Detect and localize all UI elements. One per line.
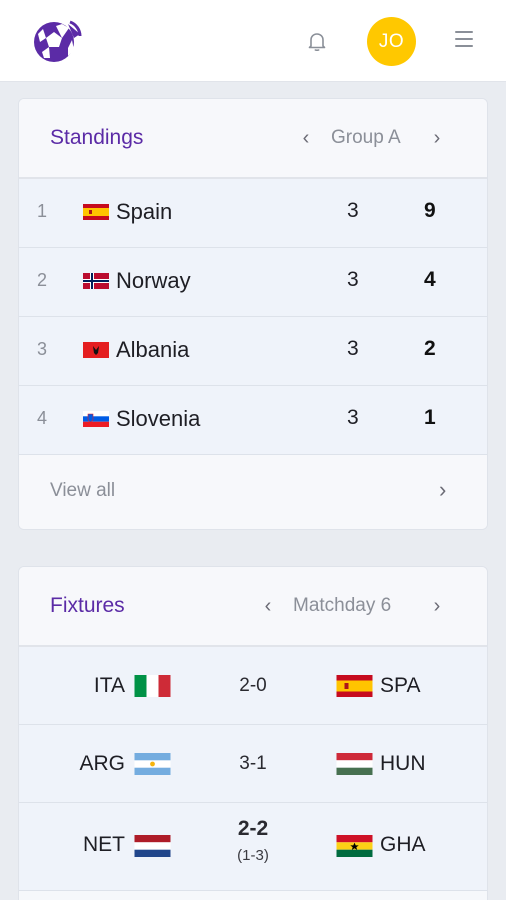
standings-title: Standings <box>50 126 144 149</box>
match-score: 3-1 <box>239 753 267 774</box>
ghana-flag-icon <box>336 835 373 857</box>
games-played: 3 <box>347 199 359 222</box>
chevron-left-icon[interactable]: ‹ <box>260 567 276 645</box>
team-name: Albania <box>116 337 190 362</box>
home-team: NET <box>83 833 125 856</box>
italy-flag-icon <box>134 675 171 697</box>
match-score: 2-0 <box>239 675 267 696</box>
netherlands-flag-icon <box>134 835 171 857</box>
team-position: 1 <box>37 201 48 221</box>
team-position: 4 <box>37 408 48 428</box>
argentina-flag-icon <box>134 753 171 775</box>
games-played: 3 <box>347 268 359 291</box>
fixture-row[interactable]: NET 2-2 (1-3) GHA <box>19 803 487 891</box>
albania-flag-icon <box>83 342 109 358</box>
hamburger-menu-icon[interactable] <box>453 31 475 51</box>
home-team: ITA <box>93 674 125 697</box>
standings-row[interactable]: 2 Norway 3 4 <box>19 248 487 317</box>
chevron-right-icon[interactable]: › <box>429 567 445 645</box>
fixtures-card: Fixtures ‹ Matchday 6 › ITA 2-0 SPA ARG … <box>18 566 488 900</box>
standings-card: Standings ‹ Group A › 1 Spain 3 9 2 Norw… <box>18 98 488 530</box>
soccer-ball-logo-icon[interactable] <box>32 18 82 64</box>
team-points: 2 <box>424 337 436 360</box>
home-team: ARG <box>79 752 125 775</box>
fixture-row[interactable]: ITA 2-0 SPA <box>19 647 487 725</box>
group-label: Group A <box>331 127 401 148</box>
standings-header: Standings ‹ Group A › <box>19 99 487 179</box>
away-team: HUN <box>380 752 426 775</box>
app-header: JO <box>0 0 506 82</box>
spain-flag-icon <box>336 675 373 697</box>
match-score: 2-2 <box>237 817 269 840</box>
team-position: 3 <box>37 339 48 359</box>
bell-icon[interactable] <box>305 29 329 53</box>
slovenia-flag-icon <box>83 411 109 427</box>
chevron-right-icon: › <box>439 477 447 502</box>
away-team: GHA <box>380 833 426 856</box>
team-name: Spain <box>116 199 173 224</box>
view-all-link[interactable]: View all › <box>19 455 487 529</box>
fixture-row[interactable]: ARG 3-1 HUN <box>19 725 487 803</box>
team-points: 4 <box>424 268 436 291</box>
team-name: Slovenia <box>116 406 201 431</box>
hungary-flag-icon <box>336 753 373 775</box>
matchday-label: Matchday 6 <box>293 595 392 616</box>
team-position: 2 <box>37 270 48 290</box>
user-avatar[interactable]: JO <box>367 17 416 66</box>
view-all-label: View all <box>50 480 116 501</box>
penalty-score: (1-3) <box>237 847 269 864</box>
standings-row[interactable]: 4 Slovenia 3 1 <box>19 386 487 455</box>
team-name: Norway <box>116 268 191 293</box>
fixtures-title: Fixtures <box>50 594 125 617</box>
games-played: 3 <box>347 337 359 360</box>
games-played: 3 <box>347 406 359 429</box>
team-points: 9 <box>424 199 436 222</box>
chevron-right-icon[interactable]: › <box>429 99 445 177</box>
standings-row[interactable]: 1 Spain 3 9 <box>19 179 487 248</box>
team-points: 1 <box>424 406 436 429</box>
norway-flag-icon <box>83 273 109 289</box>
away-team: SPA <box>380 674 421 697</box>
fixtures-header: Fixtures ‹ Matchday 6 › <box>19 567 487 647</box>
spain-flag-icon <box>83 204 109 220</box>
chevron-left-icon[interactable]: ‹ <box>298 99 314 177</box>
standings-row[interactable]: 3 Albania 3 2 <box>19 317 487 386</box>
